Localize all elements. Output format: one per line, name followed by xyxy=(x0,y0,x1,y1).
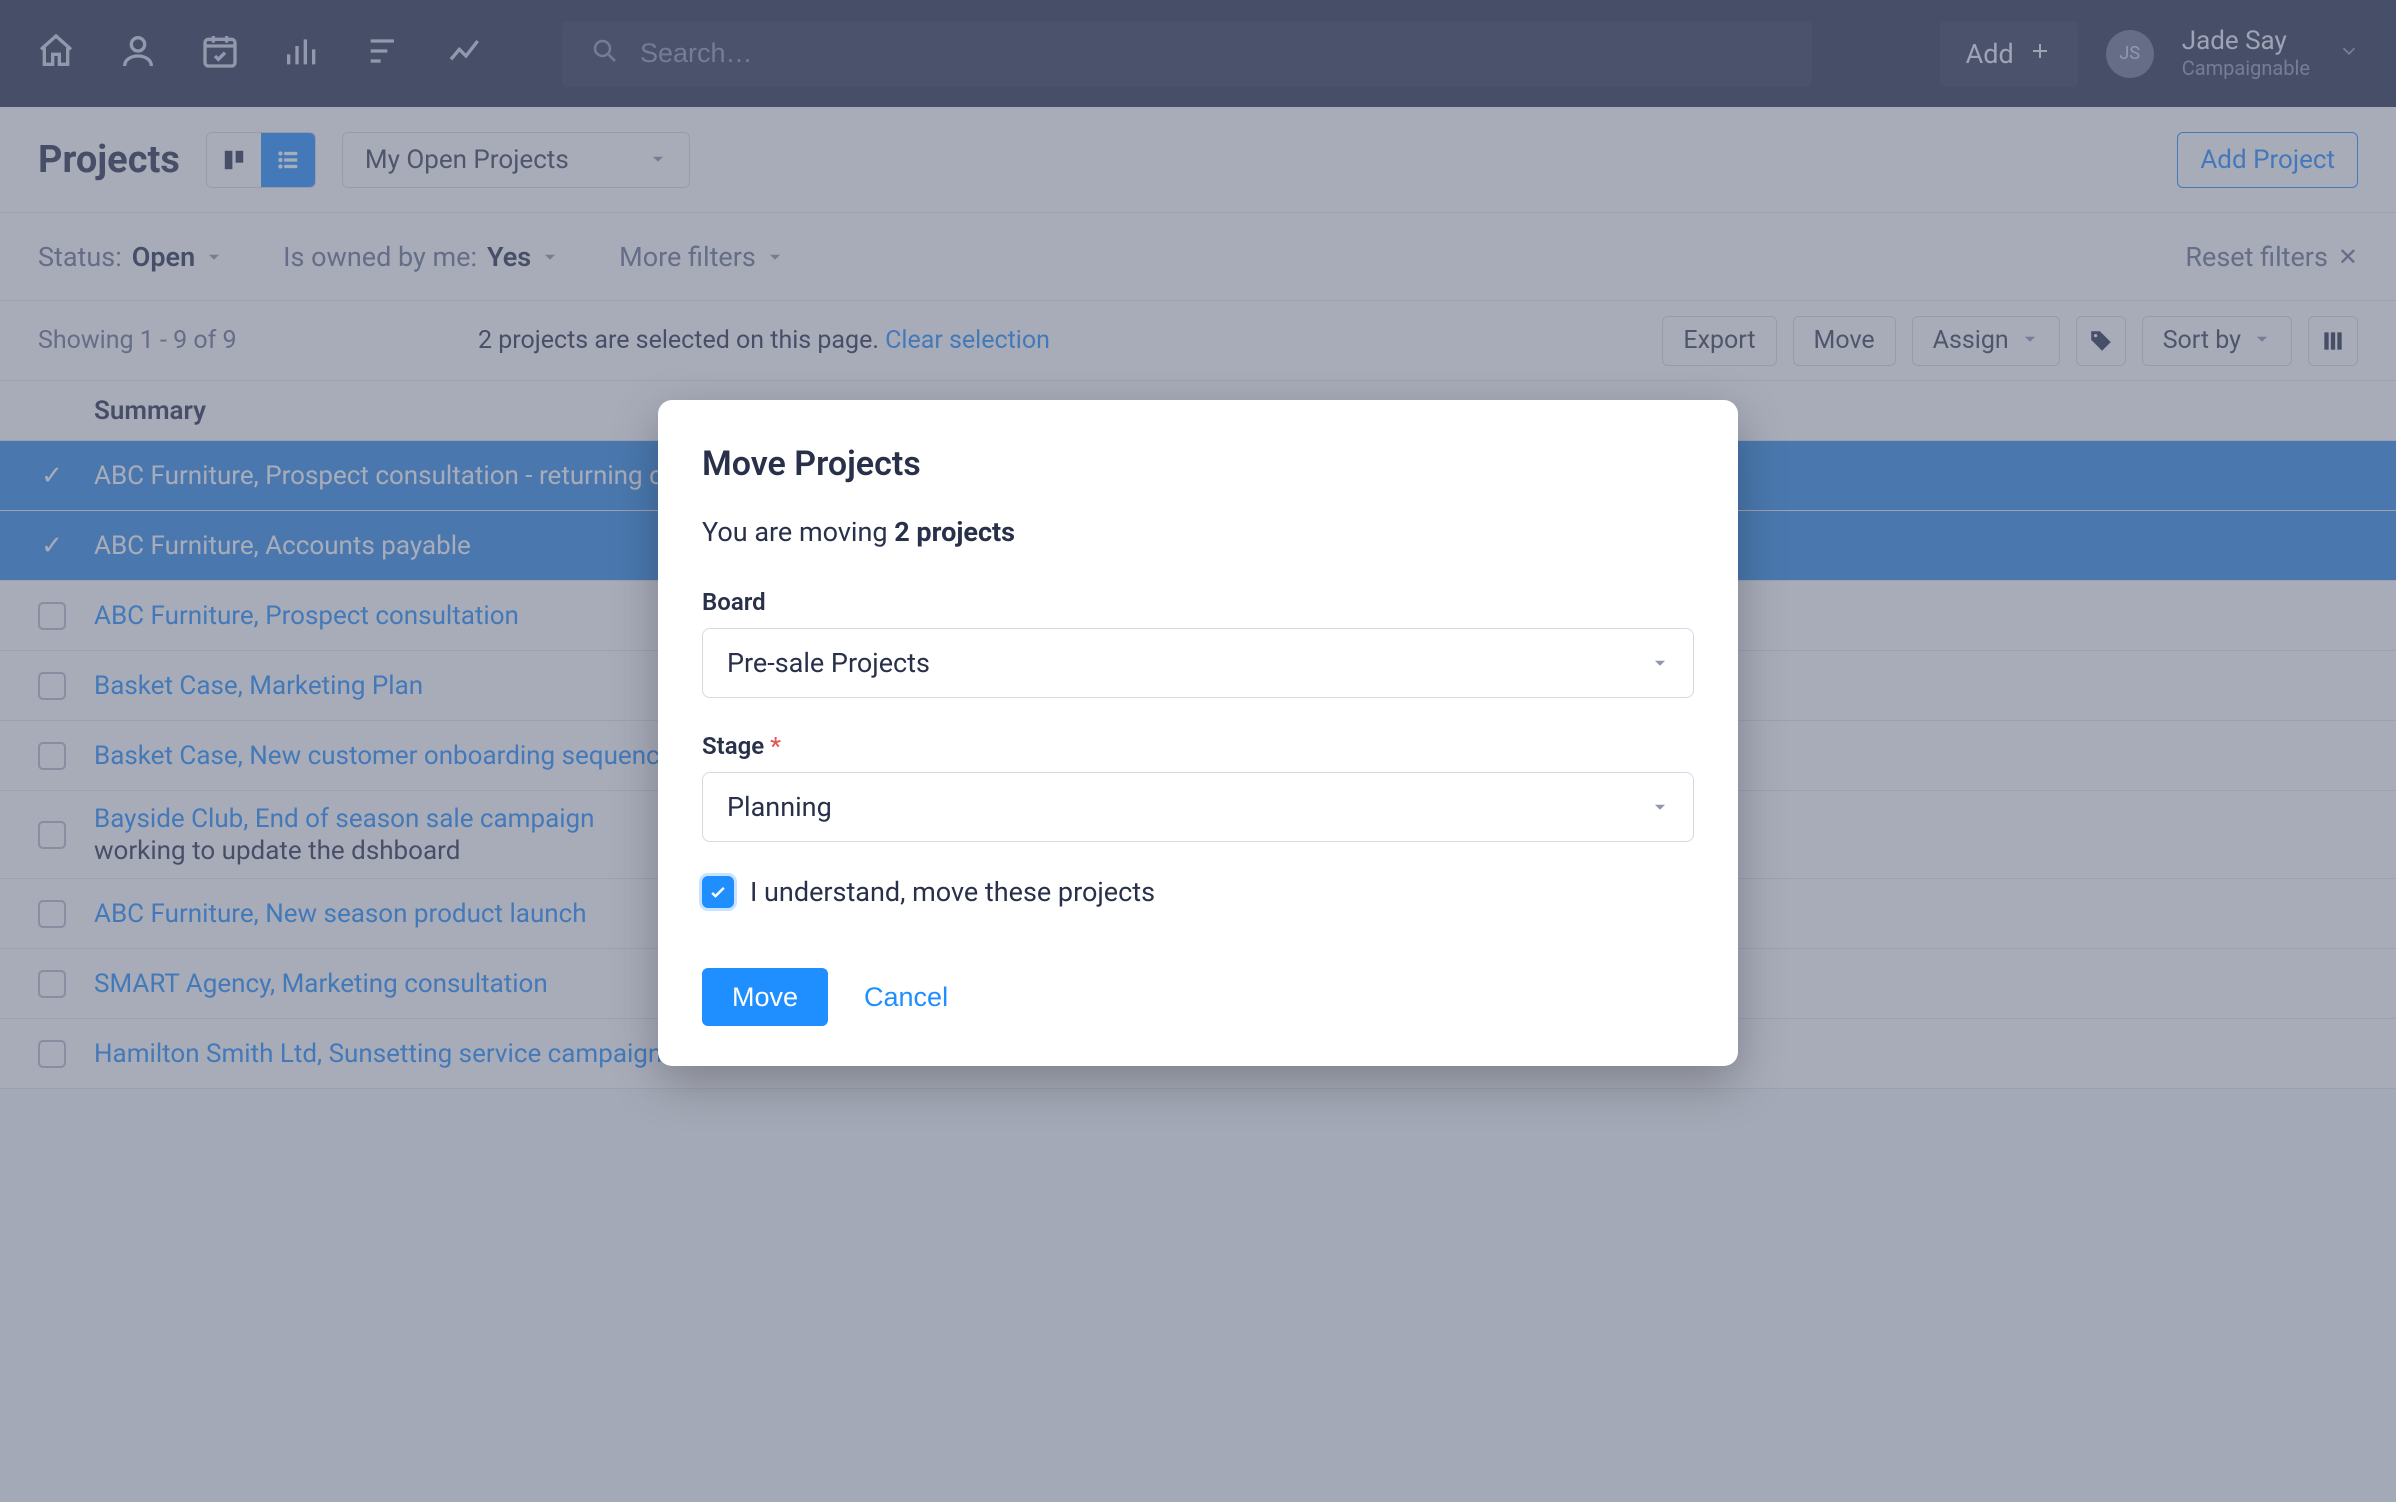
move-projects-modal: Move Projects You are moving 2 projects … xyxy=(658,400,1738,1066)
confirm-move-button[interactable]: Move xyxy=(702,968,828,1026)
board-field-label: Board xyxy=(702,588,1694,616)
stage-select-value: Planning xyxy=(727,791,832,823)
modal-title: Move Projects xyxy=(702,444,1694,484)
stage-field-label: Stage * xyxy=(702,732,1694,760)
cancel-button[interactable]: Cancel xyxy=(864,982,948,1013)
moving-prefix: You are moving xyxy=(702,516,894,548)
consent-row[interactable]: I understand, move these projects xyxy=(702,876,1694,908)
chevron-down-icon xyxy=(1651,791,1669,823)
modal-overlay[interactable]: Move Projects You are moving 2 projects … xyxy=(0,0,2396,1502)
consent-label: I understand, move these projects xyxy=(750,876,1155,908)
moving-line: You are moving 2 projects xyxy=(702,516,1694,548)
board-select[interactable]: Pre-sale Projects xyxy=(702,628,1694,698)
stage-select[interactable]: Planning xyxy=(702,772,1694,842)
modal-actions: Move Cancel xyxy=(702,968,1694,1026)
chevron-down-icon xyxy=(1651,647,1669,679)
moving-count: 2 projects xyxy=(894,516,1015,548)
board-select-value: Pre-sale Projects xyxy=(727,647,930,679)
required-asterisk: * xyxy=(770,732,781,760)
consent-checkbox[interactable] xyxy=(702,876,734,908)
